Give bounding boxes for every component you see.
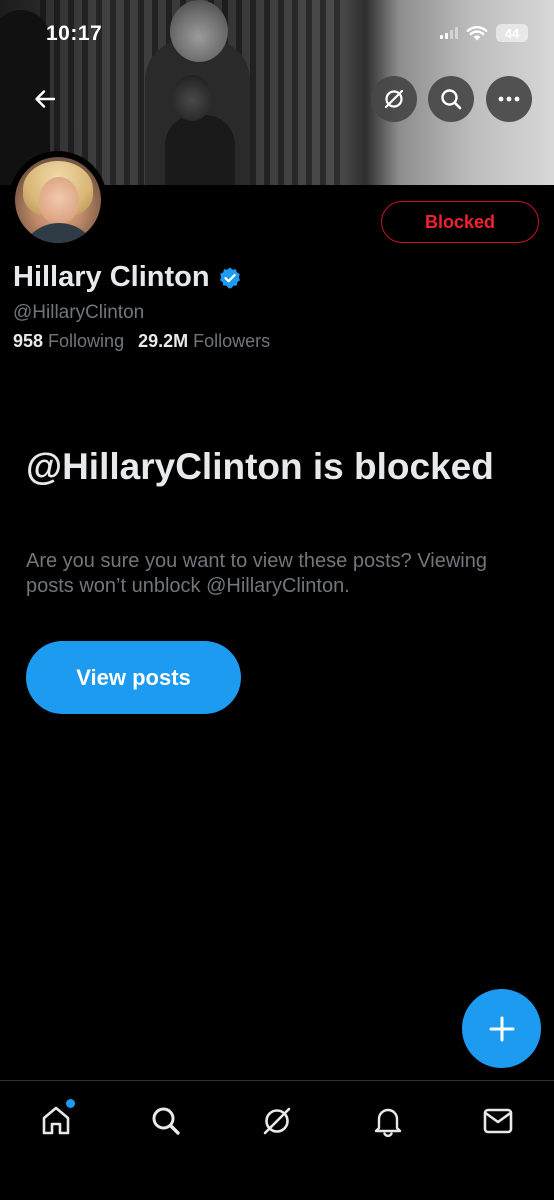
avatar[interactable] [9,151,107,249]
nav-grok[interactable] [255,1099,299,1143]
banner-figure-child-head [172,75,212,121]
plus-icon [489,1016,514,1041]
following-label: Following [48,331,125,351]
more-button[interactable] [486,76,532,122]
compose-post-button[interactable] [462,989,541,1068]
nav-messages[interactable] [476,1099,520,1143]
profile-name-row: Hillary Clinton [13,261,242,294]
grok-icon [263,1107,291,1135]
cellular-signal-icon [440,27,458,39]
followers-count: 29.2M [138,331,189,351]
followers-stat[interactable]: 29.2M Followers [138,331,270,352]
banner-figure-adult-head [170,0,228,62]
profile-stats: 958 Following 29.2M Followers [13,331,270,352]
home-icon [42,1106,70,1135]
following-stat[interactable]: 958 Following [13,331,124,352]
status-indicators: 44 [440,24,528,42]
notifications-icon [374,1108,402,1137]
nav-notifications[interactable] [366,1099,410,1143]
followers-label: Followers [193,331,271,351]
display-name: Hillary Clinton [13,261,210,293]
bottom-navigation [0,1080,554,1200]
search-button[interactable] [428,76,474,122]
messages-icon [483,1108,513,1134]
view-posts-button[interactable]: View posts [26,641,241,714]
avatar-image [15,157,101,243]
more-icon [498,96,520,102]
blocked-notice-title: @HillaryClinton is blocked [26,446,494,487]
nav-search[interactable] [144,1099,188,1143]
battery-icon: 44 [496,24,528,42]
banner-figure-child [165,115,235,185]
blocked-button[interactable]: Blocked [381,201,539,243]
search-icon [152,1107,180,1135]
search-icon [441,89,462,110]
grok-icon [384,89,404,109]
grok-button[interactable] [371,76,417,122]
battery-level: 44 [504,25,520,41]
blocked-notice-description: Are you sure you want to view these post… [26,550,487,597]
status-time: 10:17 [46,22,103,45]
back-arrow-icon [35,90,56,108]
profile-handle: @HillaryClinton [13,302,145,323]
wifi-icon [466,26,488,41]
nav-home[interactable] [34,1099,78,1143]
home-notification-dot [66,1099,75,1108]
back-button[interactable] [26,80,64,118]
verified-badge-icon [219,267,240,288]
following-count: 958 [13,331,44,351]
